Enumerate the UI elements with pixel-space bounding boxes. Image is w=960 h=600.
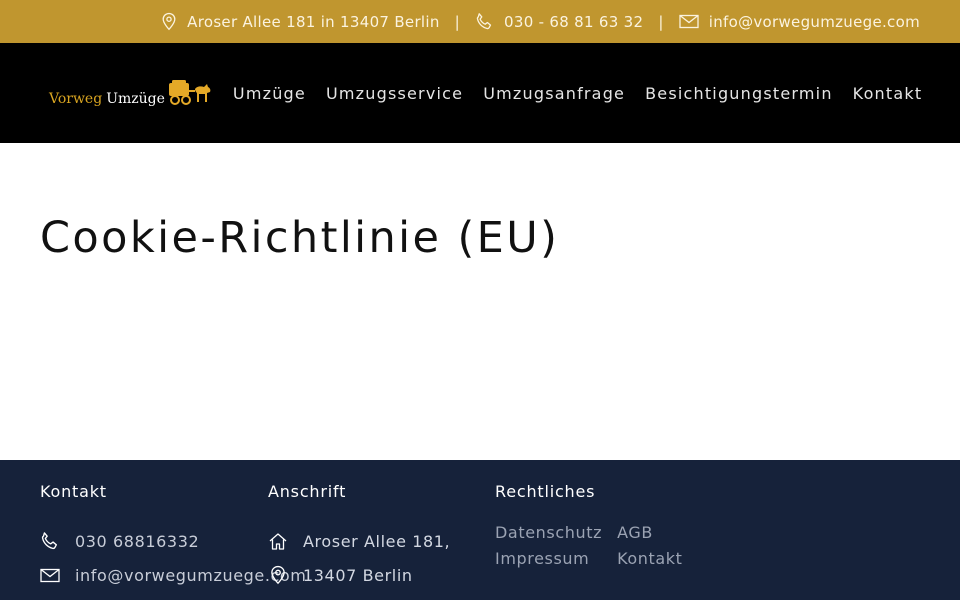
horse-carriage-icon: [168, 80, 211, 105]
footer-legal-links: Datenschutz AGB Impressum Kontakt: [495, 523, 683, 576]
nav-item-umzugsanfrage[interactable]: Umzugsanfrage: [483, 84, 625, 103]
site-footer: Kontakt 030 68816332 info@vorwegumzuege.…: [0, 460, 960, 600]
footer-city-row: 13407 Berlin: [268, 558, 450, 592]
nav-item-umzugsservice[interactable]: Umzugsservice: [326, 84, 463, 103]
main-content: Cookie-Richtlinie (EU): [0, 143, 960, 460]
page-title: Cookie-Richtlinie (EU): [40, 213, 560, 263]
topbar-phone-link[interactable]: 030 - 68 81 63 32: [475, 12, 643, 31]
mail-icon: [679, 14, 699, 29]
topbar-separator: |: [658, 12, 664, 31]
logo-word-vorweg: Vorweg: [49, 91, 103, 107]
topbar-address: Aroser Allee 181 in 13407 Berlin: [187, 12, 440, 31]
nav-item-umzuege[interactable]: Umzüge: [233, 84, 306, 103]
footer-legal-heading: Rechtliches: [495, 482, 596, 501]
footer-address-heading: Anschrift: [268, 482, 347, 501]
main-menu: Umzüge Umzugsservice Umzugsanfrage Besic…: [233, 84, 922, 103]
footer-city: 13407 Berlin: [303, 565, 413, 585]
footer-email-row: info@vorwegumzuege.com: [40, 558, 307, 592]
footer-legal-column: Rechtliches Datenschutz AGB Impressum Ko…: [495, 482, 683, 576]
footer-link-impressum[interactable]: Impressum: [495, 542, 602, 576]
site-logo[interactable]: Vorweg Umzüge: [49, 79, 213, 107]
footer-contact-heading: Kontakt: [40, 482, 107, 501]
nav-item-besichtigungstermin[interactable]: Besichtigungstermin: [645, 84, 833, 103]
topbar-email-link[interactable]: info@vorwegumzuege.com: [679, 13, 920, 31]
map-pin-icon: [271, 565, 285, 585]
footer-contact-column: Kontakt 030 68816332 info@vorwegumzuege.…: [40, 482, 307, 592]
topbar-separator: |: [454, 12, 461, 31]
nav-item-kontakt[interactable]: Kontakt: [853, 84, 923, 103]
footer-link-kontakt[interactable]: Kontakt: [617, 542, 682, 576]
logo-word-umzuege: Umzüge: [106, 91, 165, 107]
phone-icon: [476, 13, 492, 30]
footer-phone-link[interactable]: 030 68816332: [75, 532, 199, 551]
footer-address-column: Anschrift Aroser Allee 181, 13407 Berlin: [268, 482, 450, 592]
footer-street-row: Aroser Allee 181,: [268, 524, 450, 558]
top-contact-bar: Aroser Allee 181 in 13407 Berlin | 030 -…: [0, 0, 960, 43]
footer-phone-row: 030 68816332: [40, 524, 307, 558]
topbar-address-link[interactable]: Aroser Allee 181 in 13407 Berlin: [161, 12, 440, 31]
footer-street: Aroser Allee 181,: [303, 531, 451, 551]
map-pin-icon: [162, 12, 176, 31]
phone-icon: [41, 532, 57, 550]
topbar-phone: 030 - 68 81 63 32: [504, 12, 644, 31]
topbar-email: info@vorwegumzuege.com: [708, 12, 920, 31]
home-icon: [269, 532, 287, 550]
main-navigation-bar: Vorweg Umzüge Umzüge Umzugsservice Umzug…: [0, 43, 960, 143]
mail-icon: [40, 568, 60, 582]
